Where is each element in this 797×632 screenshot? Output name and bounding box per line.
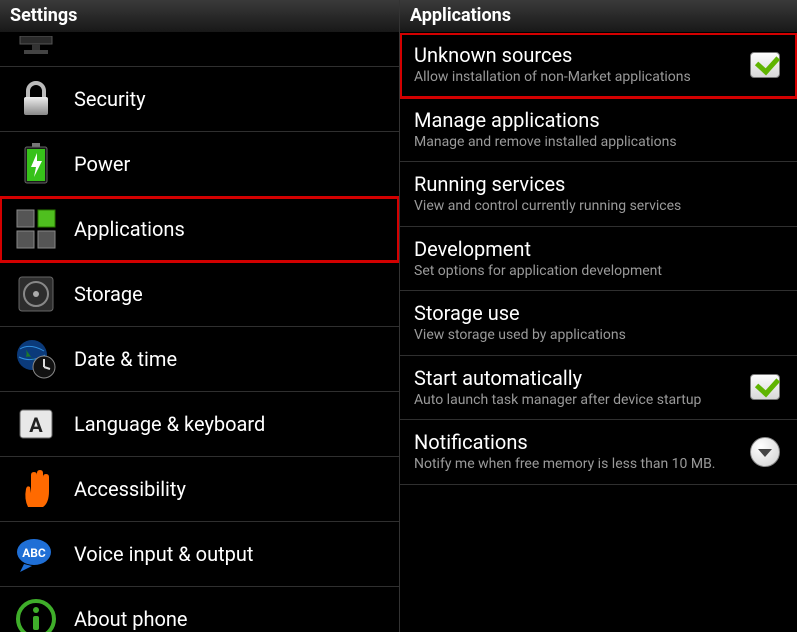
svg-text:A: A <box>29 413 43 437</box>
settings-item-label: Language & keyboard <box>74 412 387 436</box>
start-automatically-checkbox[interactable] <box>750 374 780 400</box>
app-item-manage-applications[interactable]: Manage applications Manage and remove in… <box>400 98 797 163</box>
globe-clock-icon <box>14 337 58 381</box>
storage-icon <box>14 272 58 316</box>
app-item-unknown-sources[interactable]: Unknown sources Allow installation of no… <box>400 33 797 98</box>
settings-item-label: Storage <box>74 282 387 306</box>
app-item-running-services[interactable]: Running services View and control curren… <box>400 162 797 227</box>
voice-icon: ABC <box>14 532 58 576</box>
svg-text:ABC: ABC <box>22 546 46 560</box>
keyboard-a-icon: A <box>14 402 58 446</box>
settings-item-label: Power <box>74 152 387 176</box>
settings-item-label: About phone <box>74 607 387 631</box>
app-item-subtitle: View storage used by applications <box>414 327 783 345</box>
settings-item-language-keyboard[interactable]: A Language & keyboard <box>0 392 399 457</box>
settings-item-label: Voice input & output <box>74 542 387 566</box>
settings-item-voice-input-output[interactable]: ABC Voice input & output <box>0 522 399 587</box>
applications-list: Unknown sources Allow installation of no… <box>400 33 797 632</box>
app-item-subtitle: Set options for application development <box>414 263 783 281</box>
settings-title: Settings <box>10 5 77 26</box>
app-item-storage-use[interactable]: Storage use View storage used by applica… <box>400 291 797 356</box>
display-icon <box>14 34 58 60</box>
app-item-title: Unknown sources <box>414 43 737 67</box>
app-item-subtitle: Notify me when free memory is less than … <box>414 456 737 474</box>
settings-list: Security Power <box>0 33 399 632</box>
app-item-notifications[interactable]: Notifications Notify me when free memory… <box>400 420 797 485</box>
app-item-subtitle: View and control currently running servi… <box>414 198 783 216</box>
app-item-title: Manage applications <box>414 108 783 132</box>
unknown-sources-checkbox[interactable] <box>750 52 780 78</box>
info-icon <box>14 597 58 632</box>
app-item-title: Storage use <box>414 301 783 325</box>
app-item-title: Notifications <box>414 430 737 454</box>
app-item-subtitle: Allow installation of non-Market applica… <box>414 69 737 87</box>
app-item-title: Start automatically <box>414 366 737 390</box>
lock-icon <box>14 77 58 121</box>
settings-item-label: Security <box>74 87 387 111</box>
applications-panel: Applications Unknown sources Allow insta… <box>400 0 797 632</box>
applications-header: Applications <box>400 0 797 33</box>
hand-icon <box>14 467 58 511</box>
settings-item-label: Accessibility <box>74 477 387 501</box>
settings-item-display[interactable] <box>0 33 399 67</box>
settings-item-storage[interactable]: Storage <box>0 262 399 327</box>
applications-icon <box>14 207 58 251</box>
settings-item-applications[interactable]: Applications <box>0 197 399 262</box>
settings-panel: Settings Security <box>0 0 400 632</box>
applications-title: Applications <box>410 5 511 26</box>
settings-item-security[interactable]: Security <box>0 67 399 132</box>
settings-item-power[interactable]: Power <box>0 132 399 197</box>
settings-item-accessibility[interactable]: Accessibility <box>0 457 399 522</box>
app-item-title: Running services <box>414 172 783 196</box>
settings-item-label: Applications <box>74 217 387 241</box>
settings-item-about-phone[interactable]: About phone <box>0 587 399 632</box>
notifications-dropdown[interactable] <box>750 437 780 467</box>
app-item-subtitle: Auto launch task manager after device st… <box>414 392 737 410</box>
app-item-development[interactable]: Development Set options for application … <box>400 227 797 292</box>
battery-icon <box>14 142 58 186</box>
app-item-subtitle: Manage and remove installed applications <box>414 134 783 152</box>
settings-header: Settings <box>0 0 399 33</box>
settings-item-label: Date & time <box>74 347 387 371</box>
settings-item-date-time[interactable]: Date & time <box>0 327 399 392</box>
app-item-start-automatically[interactable]: Start automatically Auto launch task man… <box>400 356 797 421</box>
app-item-title: Development <box>414 237 783 261</box>
